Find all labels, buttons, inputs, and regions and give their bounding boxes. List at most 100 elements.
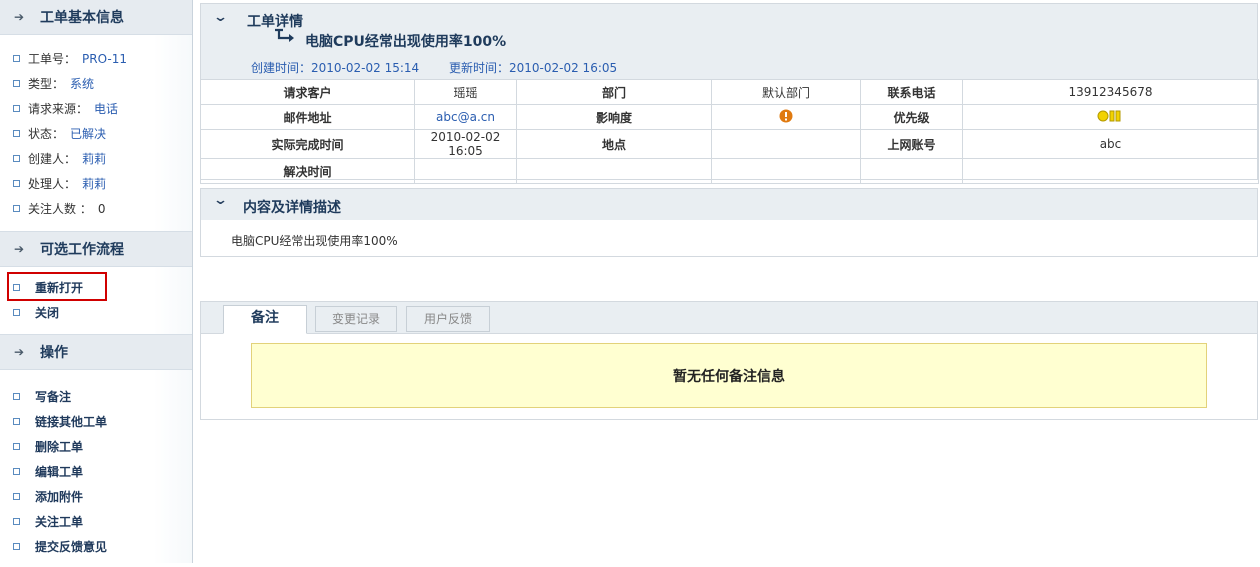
table-label: 优先级: [860, 104, 963, 130]
impact-cell: [711, 104, 861, 130]
op-label[interactable]: 写备注: [35, 388, 71, 405]
content-header: ⌄ 内容及详情描述: [201, 189, 1257, 220]
table-label: [516, 158, 712, 184]
tab-change-log[interactable]: 变更记录: [315, 306, 397, 332]
ticket-title: 电脑CPU经常出现使用率100%: [305, 34, 507, 50]
workflow-close[interactable]: 关闭: [0, 300, 192, 325]
bullet-icon: [13, 130, 20, 137]
table-value: abc: [962, 129, 1259, 159]
table-label: 实际完成时间: [200, 129, 415, 159]
updated-value: 2010-02-02 16:05: [509, 61, 618, 75]
table-label: 联系电话: [860, 79, 963, 105]
bullet-icon: [13, 309, 20, 316]
op-label[interactable]: 删除工单: [35, 438, 83, 455]
priority-cell: [962, 104, 1259, 130]
table-value: [711, 158, 861, 184]
table-label: 地点: [516, 129, 712, 159]
op-link-ticket[interactable]: 链接其他工单: [0, 409, 192, 434]
workflow-close-label[interactable]: 关闭: [35, 304, 59, 321]
notes-panel: 备注 变更记录 用户反馈 暂无任何备注信息: [200, 301, 1258, 420]
table-value: [711, 129, 861, 159]
op-label[interactable]: 链接其他工单: [35, 413, 107, 430]
info-label: 处理人：: [28, 177, 77, 191]
table-label: 影响度: [516, 104, 712, 130]
arrow-right-icon: ➔: [13, 10, 25, 24]
priority-indicator-icon: [1097, 110, 1120, 121]
op-label[interactable]: 添加附件: [35, 488, 83, 505]
info-value: 已解决: [70, 127, 107, 141]
op-label[interactable]: 编辑工单: [35, 463, 83, 480]
op-edit-ticket[interactable]: 编辑工单: [0, 459, 192, 484]
operations-title: 操作: [40, 345, 68, 361]
info-value: 系统: [70, 77, 95, 91]
table-value: [414, 158, 517, 184]
bullet-icon: [13, 543, 20, 550]
chevron-down-icon[interactable]: ⌄: [213, 10, 228, 25]
op-label[interactable]: 关注工单: [35, 513, 83, 530]
op-follow-ticket[interactable]: 关注工单: [0, 509, 192, 534]
op-label[interactable]: 提交反馈意见: [35, 538, 107, 555]
table-label: 请求客户: [200, 79, 415, 105]
table-label: [860, 158, 963, 184]
content-text: 电脑CPU经常出现使用率100%: [231, 234, 398, 248]
info-watchers: 关注人数 ： 0: [0, 196, 192, 221]
bullet-icon: [13, 205, 20, 212]
created-value: 2010-02-02 15:14: [311, 61, 420, 75]
table-label: 上网账号: [860, 129, 963, 159]
op-submit-feedback[interactable]: 提交反馈意见: [0, 534, 192, 559]
ticket-link-icon: [275, 28, 294, 42]
notes-tab-bar: 备注 变更记录 用户反馈: [201, 302, 1257, 334]
table-value: 默认部门: [711, 79, 861, 105]
bullet-icon: [13, 443, 20, 450]
info-ticket-id: 工单号： PRO-11: [0, 46, 192, 71]
info-value: 电话: [94, 102, 119, 116]
table-row: 请求客户 瑶瑶 部门 默认部门 联系电话 13912345678: [200, 79, 1259, 105]
created-label: 创建时间：: [251, 61, 312, 75]
tab-notes[interactable]: 备注: [223, 305, 307, 334]
bullet-icon: [13, 180, 20, 187]
info-source: 请求来源： 电话: [0, 96, 192, 121]
tab-user-feedback[interactable]: 用户反馈: [406, 306, 490, 332]
info-value: 莉莉: [82, 152, 107, 166]
updated-label: 更新时间：: [448, 61, 509, 75]
op-delete-ticket[interactable]: 删除工单: [0, 434, 192, 459]
operations-header[interactable]: ➔ 操作: [0, 334, 192, 370]
table-value: 2010-02-02 16:05: [414, 129, 517, 159]
table-label: 邮件地址: [200, 104, 415, 130]
table-value: 瑶瑶: [414, 79, 517, 105]
table-row: 邮件地址 abc@a.cn 影响度 优先级: [200, 104, 1259, 130]
ticket-detail-table: 请求客户 瑶瑶 部门 默认部门 联系电话 13912345678 邮件地址 ab…: [200, 79, 1259, 184]
content-panel: ⌄ 内容及详情描述 电脑CPU经常出现使用率100%: [200, 188, 1258, 257]
arrow-right-icon: ➔: [13, 345, 25, 359]
ticket-detail-header: ⌄ 工单详情 电脑CPU经常出现使用率100% 创建时间：2010-02-02 …: [201, 4, 1257, 79]
workflow-header[interactable]: ➔ 可选工作流程: [0, 231, 192, 267]
email-link[interactable]: abc@a.cn: [414, 104, 517, 130]
table-value: [962, 158, 1259, 184]
op-write-note[interactable]: 写备注: [0, 384, 192, 409]
info-label: 关注人数 ：: [28, 202, 92, 216]
info-label: 工单号：: [28, 52, 77, 66]
info-label: 状态：: [28, 127, 65, 141]
chevron-down-icon[interactable]: ⌄: [213, 193, 228, 208]
bullet-icon: [13, 518, 20, 525]
ticket-dates: 创建时间：2010-02-02 15:14 更新时间：2010-02-02 16…: [251, 59, 617, 76]
info-value: 莉莉: [82, 177, 107, 191]
bullet-icon: [13, 493, 20, 500]
basic-info-header[interactable]: ➔ 工单基本信息: [0, 0, 192, 35]
info-value: 0: [97, 201, 106, 216]
table-row: 解决时间: [200, 158, 1259, 184]
info-status: 状态： 已解决: [0, 121, 192, 146]
table-row: 实际完成时间 2010-02-02 16:05 地点 上网账号 abc: [200, 129, 1259, 159]
ticket-detail-panel: ⌄ 工单详情 电脑CPU经常出现使用率100% 创建时间：2010-02-02 …: [200, 3, 1259, 184]
table-label: 部门: [516, 79, 712, 105]
content-title: 内容及详情描述: [243, 200, 341, 216]
info-label: 创建人：: [28, 152, 77, 166]
arrow-right-icon: ➔: [13, 242, 25, 256]
impact-warning-icon: [779, 109, 793, 122]
info-label: 请求来源：: [28, 102, 89, 116]
basic-info-title: 工单基本信息: [40, 10, 124, 26]
info-value: PRO-11: [82, 51, 127, 66]
op-add-attachment[interactable]: 添加附件: [0, 484, 192, 509]
bullet-icon: [13, 105, 20, 112]
bullet-icon: [13, 80, 20, 87]
